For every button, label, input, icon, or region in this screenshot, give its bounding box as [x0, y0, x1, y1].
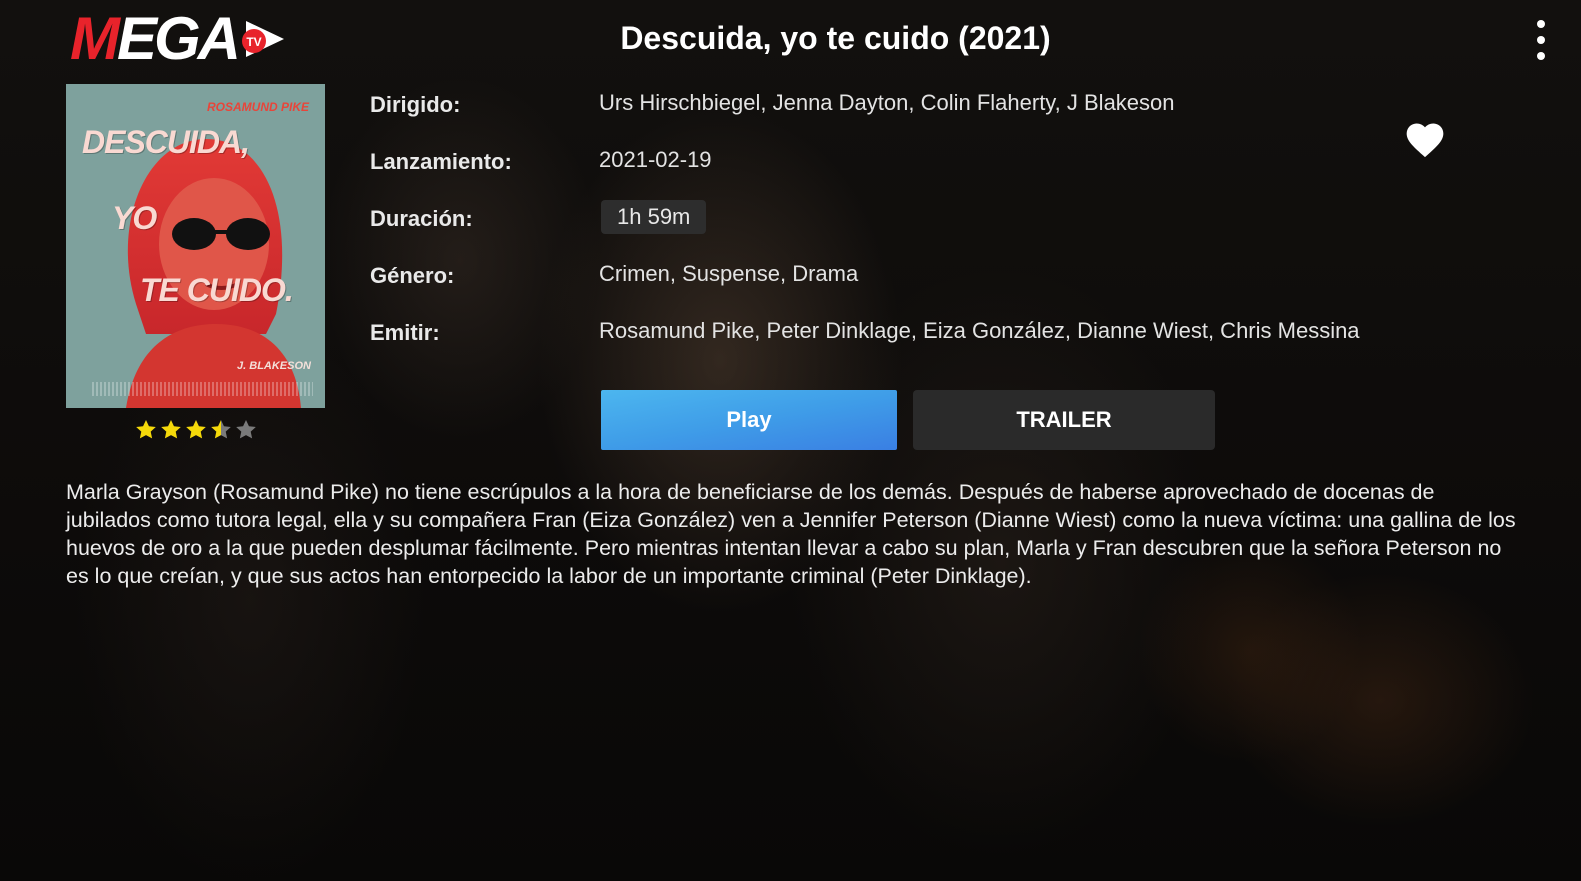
- detail-value: Rosamund Pike, Peter Dinklage, Eiza Gonz…: [599, 318, 1360, 343]
- star-empty-icon: [236, 420, 256, 439]
- star-filled-icon: [136, 420, 156, 439]
- poster-director: J. BLAKESON: [237, 360, 311, 372]
- page-title: Descuida, yo te cuido (2021): [620, 20, 1051, 56]
- play-button[interactable]: Play: [601, 390, 897, 450]
- poster-title-line-2: YO: [112, 200, 157, 236]
- detail-value: Urs Hirschbiegel, Jenna Dayton, Colin Fl…: [599, 90, 1175, 115]
- duration-chip: 1h 59m: [601, 200, 707, 234]
- movie-poster: ROSAMUND PIKE DESCUIDA, YO TE CUIDO. J. …: [66, 84, 325, 408]
- trailer-button[interactable]: TRAILER: [913, 390, 1215, 450]
- movie-detail-screen: MEGA TV Descuida, yo te cuido (2021) ROS…: [0, 0, 1581, 881]
- detail-value: 2021-02-19: [599, 147, 712, 172]
- poster-credits: [92, 382, 313, 396]
- detail-label: Lanzamiento:: [370, 149, 512, 174]
- detail-label: Dirigido:: [370, 92, 461, 117]
- detail-label: Duración:: [370, 206, 473, 231]
- poster-actor-name: ROSAMUND PIKE: [206, 100, 309, 114]
- star-half-icon: [211, 420, 231, 439]
- star-filled-icon: [161, 420, 181, 439]
- rating-stars: [134, 418, 258, 442]
- synopsis-text: Marla Grayson (Rosamund Pike) no tiene e…: [66, 480, 1516, 588]
- more-vertical-icon[interactable]: [1535, 20, 1547, 60]
- star-filled-icon: [186, 420, 206, 439]
- detail-label: Emitir:: [370, 320, 440, 345]
- heart-icon[interactable]: [1403, 118, 1447, 162]
- poster-title-line-1: DESCUIDA,: [82, 124, 250, 160]
- poster-title-line-3: TE CUIDO.: [140, 272, 294, 308]
- detail-value: Crimen, Suspense, Drama: [599, 261, 859, 286]
- detail-label: Género:: [370, 263, 455, 288]
